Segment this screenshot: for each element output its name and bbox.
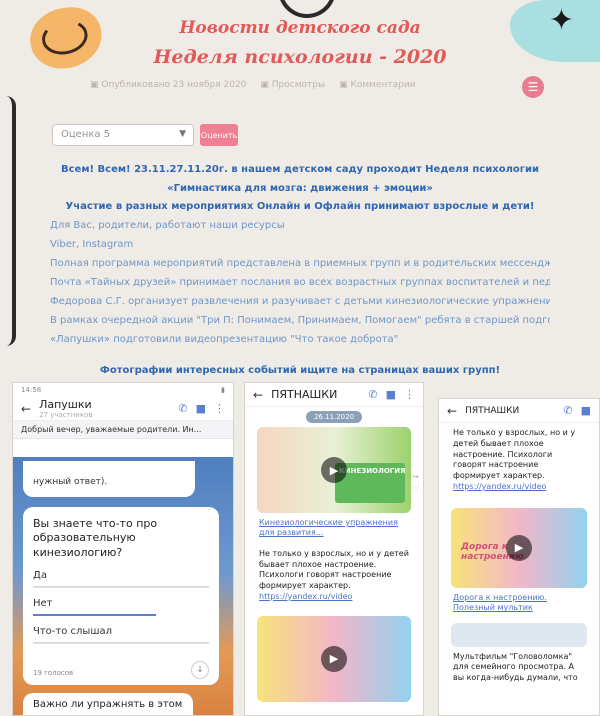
message-text: Не только у взрослых, но и у детей бывае… (245, 544, 423, 608)
article-line: Участие в разных мероприятиях Онлайн и О… (65, 201, 535, 212)
chat-header: ← Лапушки 27 участников ✆ ■ ⋮ (13, 397, 233, 421)
back-arrow-icon[interactable]: ← (21, 402, 31, 416)
poll-bar (33, 641, 209, 644)
phone-screenshot-poll: 14:58 ▮ ← Лапушки 27 участников ✆ ■ ⋮ Добры… (12, 382, 234, 716)
page-subtitle: Неделя психологии - 2020 (153, 46, 447, 68)
chevron-down-icon: ▼ (179, 129, 186, 139)
rate-button[interactable]: Оценить (200, 124, 238, 146)
battery-icon: ▮ (221, 386, 225, 394)
video-call-icon[interactable]: ■ (386, 388, 396, 401)
article-line: Федорова С.Г. организует развлечения и р… (50, 296, 550, 307)
chat-header: ← ПЯТНАШКИ ✆ ■ (439, 399, 599, 423)
poll-question: Вы знаете что-то про образовательную кин… (33, 517, 158, 559)
message-actions: ↪ ♡ (413, 473, 419, 493)
rating-select[interactable]: Оценка 5 ▼ (52, 124, 194, 146)
message-body: Не только у взрослых, но и у детей бывае… (259, 548, 409, 591)
article-line: Фотографии интересных событий ищите на с… (99, 365, 501, 376)
poll-option[interactable]: Нет (33, 598, 209, 609)
poll-bar (33, 585, 209, 588)
poll-bar (33, 613, 157, 616)
video-call-icon[interactable]: ■ (196, 402, 206, 415)
poll-option[interactable]: Да (33, 570, 209, 581)
message-bubble: Важно ли упражнять в этом (23, 693, 193, 715)
pinned-message[interactable]: Добрый вечер, уважаемые родители. Ин... (13, 421, 233, 439)
share-icon[interactable]: ↪ (413, 473, 419, 481)
menu-button[interactable]: ☰ (522, 76, 544, 98)
article-line: Viber, Instagram (50, 239, 134, 250)
decorative-arc (278, 0, 336, 18)
page-title: Новости детского сада (179, 18, 421, 38)
phone-icon[interactable]: ✆ (368, 388, 377, 401)
phone-icon[interactable]: ✆ (178, 402, 187, 415)
meta-date: Опубликовано 23 ноября 2020 (90, 80, 246, 90)
article-line: «Гимнастика для мозга: движения + эмоции… (167, 183, 433, 194)
rating-value: Оценка 5 (61, 129, 111, 140)
back-arrow-icon[interactable]: ← (253, 388, 263, 402)
article-line: Полная программа мероприятий представлен… (50, 258, 550, 269)
status-time: 14:58 (21, 386, 42, 394)
phone-icon[interactable]: ✆ (563, 404, 572, 417)
video-thumbnail[interactable]: КИНЕЗИОЛОГИЯ ▶ (257, 427, 411, 513)
message-url[interactable]: https://yandex.ru/video (453, 482, 546, 491)
chat-members: 27 участников (39, 411, 93, 419)
date-pill: 26.11.2020 (306, 411, 362, 423)
chat-name: Лапушки (39, 398, 92, 411)
article-line: Всем! Всем! 23.11.27.11.20г. в нашем дет… (61, 164, 539, 175)
video-thumbnail[interactable]: Дорога к настроению ▶ (451, 507, 587, 588)
status-bar: 14:58 ▮ (13, 383, 233, 397)
video-link[interactable]: Дорога к настроению. Полезный мультик (439, 588, 599, 619)
article-line: В рамках очередной акции "Три П: Понимае… (50, 315, 550, 326)
chat-name: ПЯТНАШКИ (465, 405, 520, 416)
back-arrow-icon[interactable]: ← (447, 404, 457, 418)
play-icon[interactable]: ▶ (506, 534, 532, 561)
message-text: Мультфильм "Головоломка" для семейного п… (453, 651, 578, 683)
video-call-icon[interactable]: ■ (581, 404, 591, 417)
play-icon[interactable]: ▶ (321, 457, 347, 483)
phone-screenshot-chat: ← ПЯТНАШКИ ✆ ■ ⋮ 26.11.2020 КИНЕЗИОЛОГИЯ ▶… (244, 382, 424, 716)
article-line: Для Вас, родители, работают наши ресурсы (50, 220, 285, 231)
video-link[interactable]: Кинезиологические упражнения для развити… (245, 513, 423, 544)
meta-comments: Комментарии (339, 80, 415, 90)
meta-views: Просмотры (260, 80, 325, 90)
more-icon[interactable]: ⋮ (214, 402, 225, 415)
message-url[interactable]: https://yandex.ru/video (259, 592, 352, 601)
video-thumbnail[interactable]: ▶ (257, 615, 411, 702)
article-line: Почта «Тайных друзей» принимает послания… (50, 277, 550, 288)
poll-card: Вы знаете что-то про образовательную кин… (23, 507, 219, 685)
message-body: Не только у взрослых, но и у детей бывае… (453, 428, 576, 481)
video-thumbnail[interactable] (451, 622, 587, 647)
decorative-edge (0, 96, 16, 346)
chat-name: ПЯТНАШКИ (271, 388, 338, 401)
poll-option[interactable]: Что-то слышал (33, 626, 209, 637)
poll-votes: 19 голосов (33, 669, 74, 677)
like-icon[interactable]: ♡ (413, 485, 419, 493)
post-meta: Опубликовано 23 ноября 2020 Просмотры Ко… (90, 80, 510, 90)
play-icon[interactable]: ▶ (321, 645, 347, 672)
chat-header: ← ПЯТНАШКИ ✆ ■ ⋮ (245, 383, 423, 407)
message-text: Не только у взрослых, но и у детей бывае… (439, 423, 599, 498)
chevron-down-icon[interactable]: ↓ (191, 661, 209, 679)
article-line: «Лапушки» подготовили видеопрезентацию "… (50, 334, 399, 345)
more-icon[interactable]: ⋮ (404, 388, 415, 401)
message-bubble: нужный ответ). (23, 461, 195, 497)
phone-screenshot-chat: ← ПЯТНАШКИ ✆ ■ Не только у взрослых, но и… (438, 398, 600, 716)
